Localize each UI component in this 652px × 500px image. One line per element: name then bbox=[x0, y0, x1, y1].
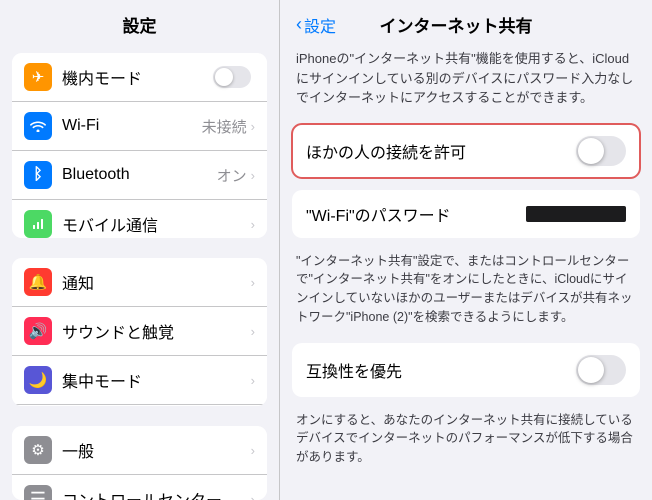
bluetooth-value: オン bbox=[217, 165, 247, 186]
focus-row[interactable]: 🌙 集中モード › bbox=[12, 356, 267, 405]
bluetooth-label: Bluetooth bbox=[62, 166, 217, 184]
compat-section: 互換性を優先 bbox=[292, 343, 640, 397]
mobile-icon bbox=[24, 210, 52, 238]
device-group: ⚙ 一般 › ☰ コントロールセンター › bbox=[12, 426, 267, 500]
notify-icon: 🔔 bbox=[24, 268, 52, 296]
right-title: インターネット共有 bbox=[336, 12, 576, 37]
screen-row[interactable]: ⏱ スクリーンタイム › bbox=[12, 405, 267, 406]
mobile-chevron: › bbox=[251, 217, 255, 232]
control-label: コントロールセンター bbox=[62, 487, 251, 500]
settings-left-panel: 設定 ✈ 機内モード Wi-Fi 未接続 › ᛒ Bluetooth bbox=[0, 0, 280, 500]
sound-row[interactable]: 🔊 サウンドと触覚 › bbox=[12, 307, 267, 356]
notify-label: 通知 bbox=[62, 270, 251, 294]
control-chevron: › bbox=[251, 492, 255, 500]
wifi-icon bbox=[24, 112, 52, 140]
wifi-password-row[interactable]: "Wi-Fi"のパスワード bbox=[292, 190, 640, 238]
system-group: 🔔 通知 › 🔊 サウンドと触覚 › 🌙 集中モード › ⏱ スクリーンタイム … bbox=[12, 258, 267, 406]
airplane-toggle[interactable] bbox=[213, 66, 251, 88]
airplane-label: 機内モード bbox=[62, 65, 213, 89]
general-icon: ⚙ bbox=[24, 436, 52, 464]
allow-connection-section: ほかの人の接続を許可 bbox=[292, 124, 640, 178]
password-mask bbox=[526, 206, 626, 222]
bluetooth-row[interactable]: ᛒ Bluetooth オン › bbox=[12, 151, 267, 200]
hotspot-detail-panel: ‹ 設定 インターネット共有 iPhoneの"インターネット共有"機能を使用する… bbox=[280, 0, 652, 500]
back-label: 設定 bbox=[304, 13, 336, 37]
wifi-value: 未接続 bbox=[202, 116, 247, 137]
wifi-chevron: › bbox=[251, 119, 255, 134]
connectivity-group: ✈ 機内モード Wi-Fi 未接続 › ᛒ Bluetooth オン › bbox=[12, 53, 267, 238]
back-button[interactable]: ‹ 設定 bbox=[296, 13, 336, 37]
compat-label: 互換性を優先 bbox=[306, 358, 576, 382]
mobile-row[interactable]: モバイル通信 › bbox=[12, 200, 267, 238]
hotspot-note2: オンにすると、あなたのインターネット共有に接続しているデバイスでインターネットの… bbox=[280, 403, 652, 477]
airplane-row[interactable]: ✈ 機内モード bbox=[12, 53, 267, 102]
allow-connection-toggle[interactable] bbox=[576, 136, 626, 166]
hotspot-note1: "インターネット共有"設定で、またはコントロールセンターで"インターネット共有"… bbox=[280, 244, 652, 337]
focus-icon: 🌙 bbox=[24, 366, 52, 394]
sound-chevron: › bbox=[251, 324, 255, 339]
general-label: 一般 bbox=[62, 438, 251, 462]
wifi-label: Wi-Fi bbox=[62, 117, 202, 135]
wifi-password-section: "Wi-Fi"のパスワード bbox=[292, 190, 640, 238]
airplane-icon: ✈ bbox=[24, 63, 52, 91]
bluetooth-chevron: › bbox=[251, 168, 255, 183]
focus-label: 集中モード bbox=[62, 368, 251, 392]
allow-connection-label: ほかの人の接続を許可 bbox=[306, 139, 576, 163]
sound-label: サウンドと触覚 bbox=[62, 319, 251, 343]
compat-row[interactable]: 互換性を優先 bbox=[292, 343, 640, 397]
mobile-label: モバイル通信 bbox=[62, 212, 251, 236]
back-chevron-icon: ‹ bbox=[296, 14, 302, 35]
hotspot-description: iPhoneの"インターネット共有"機能を使用すると、iCloudにサインインし… bbox=[280, 43, 652, 118]
bluetooth-icon: ᛒ bbox=[24, 161, 52, 189]
compat-toggle[interactable] bbox=[576, 355, 626, 385]
wifi-row[interactable]: Wi-Fi 未接続 › bbox=[12, 102, 267, 151]
general-row[interactable]: ⚙ 一般 › bbox=[12, 426, 267, 475]
allow-connection-row[interactable]: ほかの人の接続を許可 bbox=[292, 124, 640, 178]
left-header: 設定 bbox=[0, 0, 279, 45]
sound-icon: 🔊 bbox=[24, 317, 52, 345]
notify-chevron: › bbox=[251, 275, 255, 290]
right-header: ‹ 設定 インターネット共有 bbox=[280, 0, 652, 43]
control-icon: ☰ bbox=[24, 485, 52, 500]
control-row[interactable]: ☰ コントロールセンター › bbox=[12, 475, 267, 500]
notify-row[interactable]: 🔔 通知 › bbox=[12, 258, 267, 307]
wifi-password-label: "Wi-Fi"のパスワード bbox=[306, 202, 526, 226]
general-chevron: › bbox=[251, 443, 255, 458]
focus-chevron: › bbox=[251, 373, 255, 388]
